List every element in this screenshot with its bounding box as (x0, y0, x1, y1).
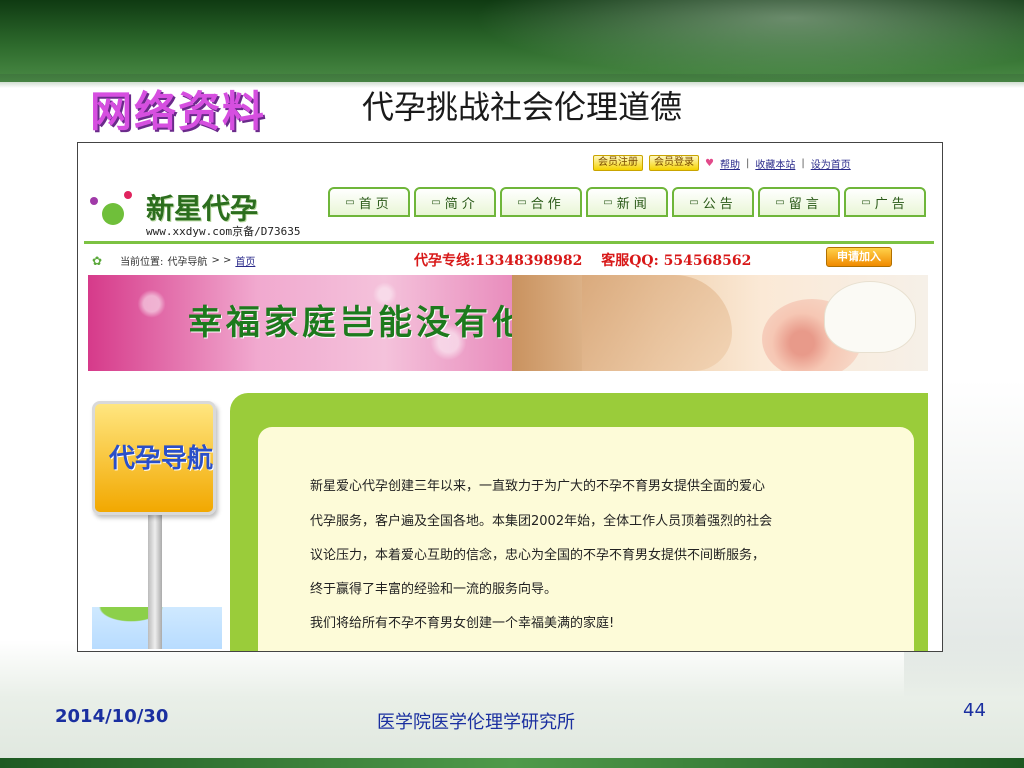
member-register-button[interactable]: 会员注册 (593, 155, 643, 171)
separator: | (745, 157, 750, 169)
nav-tab-message[interactable]: ▭ 留言 (758, 187, 840, 217)
chat-icon: ▭ (775, 196, 785, 208)
body-line: 我们将给所有不孕不育男女创建一个幸福美满的家庭! (310, 616, 615, 631)
logo-icon (88, 189, 138, 229)
wordart-title: 网络资料 (90, 87, 267, 136)
hotline-text: 代孕专线:13348398982 (414, 253, 583, 269)
chat-icon: ▭ (517, 196, 527, 208)
main-nav: ▭ 首页 ▭ 简介 ▭ 合作 ▭ 新闻 ▭ 公告 ▭ 留言 ▭ 广告 (328, 187, 926, 217)
help-link[interactable]: 帮助 (720, 156, 740, 171)
site-logo[interactable]: 新星代孕 (146, 187, 258, 227)
body-line: 新星爱心代孕创建三年以来，一直致力于为广大的不孕不育男女提供全面的爱心 (310, 479, 766, 494)
breadcrumb-home-link[interactable]: 首页 (235, 253, 255, 268)
footer-organization: 医学院医学伦理学研究所 (377, 712, 575, 733)
nav-tab-home[interactable]: ▭ 首页 (328, 187, 410, 217)
divider (84, 241, 934, 244)
site-url: www.xxdyw.com京备/D73635 (146, 225, 301, 238)
baby-photo (512, 275, 928, 371)
banner: 幸福家庭岂能没有他 (88, 275, 928, 371)
breadcrumb-section: 代孕导航 (167, 257, 208, 268)
breadcrumb: ✿ 当前位置: 代孕导航 > > 首页 (92, 253, 255, 269)
qq-text: 客服QQ: 554568562 (601, 253, 752, 269)
body-line: 代孕服务，客户遍及全国各地。本集团2002年始，全体工作人员顶着强烈的社会 (310, 514, 773, 529)
body-line: 终于赢得了丰富的经验和一流的服务向导。 (310, 582, 558, 597)
footer-date: 2014/10/30 (55, 706, 169, 727)
chat-icon: ▭ (603, 196, 613, 208)
favorite-link[interactable]: 收藏本站 (755, 156, 795, 171)
nav-tab-intro[interactable]: ▭ 简介 (414, 187, 496, 217)
set-home-link[interactable]: 设为首页 (811, 156, 851, 171)
member-login-button[interactable]: 会员登录 (649, 155, 699, 171)
nav-tab-ads[interactable]: ▭ 广告 (844, 187, 926, 217)
separator: | (801, 157, 805, 169)
nav-tab-notice[interactable]: ▭ 公告 (672, 187, 754, 217)
banner-slogan: 幸福家庭岂能没有他 (188, 303, 530, 343)
header-swoosh (420, 0, 1024, 90)
breadcrumb-prefix: 当前位置: (120, 257, 164, 268)
nav-tab-news[interactable]: ▭ 新闻 (586, 187, 668, 217)
navigation-sign: 代孕导航 (92, 401, 222, 649)
body-line: 议论压力，本着爱心互助的信念，忠心为全国的不孕不育男女提供不间断服务， (310, 548, 766, 563)
chat-icon: ▭ (689, 196, 699, 208)
top-links: 会员注册 会员登录 ♥ 帮助 | 收藏本站 | 设为首页 (593, 155, 851, 171)
breadcrumb-arrows: > > (211, 255, 232, 266)
chat-icon: ▭ (345, 196, 355, 208)
sign-text: 代孕导航 (109, 444, 214, 474)
website-screenshot: 会员注册 会员登录 ♥ 帮助 | 收藏本站 | 设为首页 新星代孕 www.xx… (77, 142, 943, 652)
apply-join-button[interactable]: 申请加入 (826, 247, 892, 267)
contact-info: 代孕专线:13348398982 客服QQ: 554568562 (414, 250, 751, 270)
slide-title: 代孕挑战社会伦理道德 (362, 88, 683, 126)
chat-icon: ▭ (431, 196, 441, 208)
nav-tab-cooperation[interactable]: ▭ 合作 (500, 187, 582, 217)
chat-icon: ▭ (861, 196, 871, 208)
background-bottom (0, 640, 1024, 768)
page-number: 44 (963, 700, 986, 721)
paw-icon: ✿ (92, 253, 103, 268)
heart-icon: ♥ (705, 157, 714, 169)
bottom-bar (0, 758, 1024, 768)
